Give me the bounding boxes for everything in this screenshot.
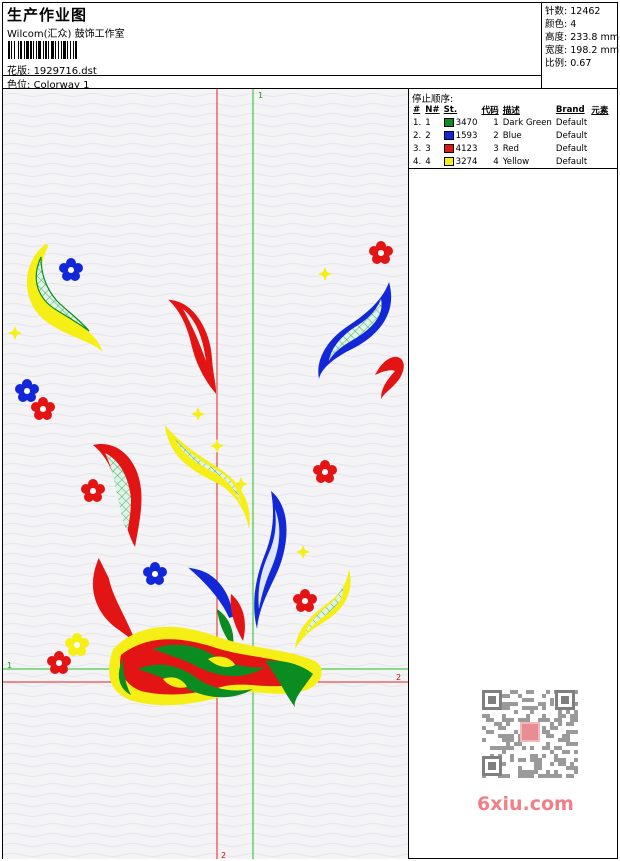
color-swatch [443, 117, 454, 127]
col-header-brand: Brand [555, 104, 585, 115]
row-brand: Default [555, 130, 588, 141]
stat-stitches: 针数: 12462 [545, 6, 601, 17]
row-element [589, 116, 610, 129]
barcode [8, 41, 143, 59]
color-swatch [443, 156, 454, 166]
row-element [589, 129, 610, 142]
stat-height: 高度: 233.8 mm [545, 32, 619, 43]
col-header-element: 元素 [591, 105, 609, 116]
watermark-site-text: 6xiu.com [477, 793, 574, 815]
production-sheet: 生产作业图 Wilcom(汇众) 鼓饰工作室 花版: 1929716.dst 色… [2, 2, 619, 859]
row-element [589, 142, 610, 155]
company-name: Wilcom(汇众) 鼓饰工作室 [7, 29, 125, 40]
col-header-stitches: St. [443, 104, 458, 115]
row-brand: Default [555, 117, 588, 128]
row-description: Red [502, 143, 520, 154]
col-header-description: 描述 [502, 105, 520, 116]
qr-code-watermark [476, 686, 581, 781]
col-header-code: 代码 [481, 105, 499, 116]
row-n: 4 [425, 156, 431, 167]
row-n: 2 [425, 130, 431, 141]
color-swatch [443, 143, 454, 153]
green-marker-top: 1 [258, 91, 263, 100]
col-header-n: N# [425, 104, 440, 115]
embroidery-design-area: 1 1 2 2 [3, 89, 409, 859]
header: 生产作业图 Wilcom(汇众) 鼓饰工作室 花版: 1929716.dst 色… [3, 3, 619, 91]
row-index: 1. [413, 117, 422, 128]
page-title: 生产作业图 [7, 6, 88, 24]
table-row: 4. 4 3274 4 Yellow Default [411, 155, 610, 168]
row-code: 1 [493, 117, 499, 128]
stats-box: 针数: 12462 颜色: 4 高度: 233.8 mm 宽度: 198.2 m… [541, 3, 619, 89]
row-stitches: 4123 [442, 142, 480, 155]
row-description: Yellow [502, 156, 530, 167]
table-row: 1. 1 3470 1 Dark Green Default [411, 116, 610, 129]
stat-width: 宽度: 198.2 mm [545, 45, 619, 56]
row-n: 3 [425, 143, 431, 154]
stitch-count: 3274 [455, 156, 478, 167]
row-index: 4. [413, 156, 422, 167]
row-index: 2. [413, 130, 422, 141]
row-description: Blue [502, 130, 522, 141]
table-row: 2. 2 1593 2 Blue Default [411, 129, 610, 142]
row-stitches: 1593 [442, 129, 480, 142]
stitch-count: 4123 [455, 143, 478, 154]
row-stitches: 3274 [442, 155, 480, 168]
red-marker-right: 2 [396, 673, 401, 682]
stat-colors: 颜色: 4 [545, 19, 577, 30]
row-code: 3 [493, 143, 499, 154]
green-marker-left: 1 [7, 661, 12, 670]
stop-sequence-panel: 停止顺序: # N# St. 代码 描述 Brand 元素 1. 1 3470 1 Da… [409, 89, 617, 169]
row-index: 3. [413, 143, 422, 154]
design-file-row: 花版: 1929716.dst [7, 62, 97, 77]
color-swatch [443, 130, 454, 140]
row-code: 4 [493, 156, 499, 167]
row-description: Dark Green [502, 117, 552, 128]
col-header-index: # [413, 104, 421, 115]
table-row: 3. 3 4123 3 Red Default [411, 142, 610, 155]
stitch-count: 3470 [455, 117, 478, 128]
row-brand: Default [555, 156, 588, 167]
row-n: 1 [425, 117, 431, 128]
row-brand: Default [555, 143, 588, 154]
row-code: 2 [493, 130, 499, 141]
row-element [589, 155, 610, 168]
stop-sequence-table: # N# St. 代码 描述 Brand 元素 1. 1 3470 1 Dark Gre… [411, 103, 610, 168]
table-header-row: # N# St. 代码 描述 Brand 元素 [411, 103, 610, 116]
stitch-count: 1593 [455, 130, 478, 141]
row-stitches: 3470 [442, 116, 480, 129]
stat-scale: 比例: 0.67 [545, 58, 592, 69]
red-marker-bottom: 2 [221, 851, 226, 859]
embroidery-design-canvas: 1 1 2 2 [3, 89, 408, 859]
